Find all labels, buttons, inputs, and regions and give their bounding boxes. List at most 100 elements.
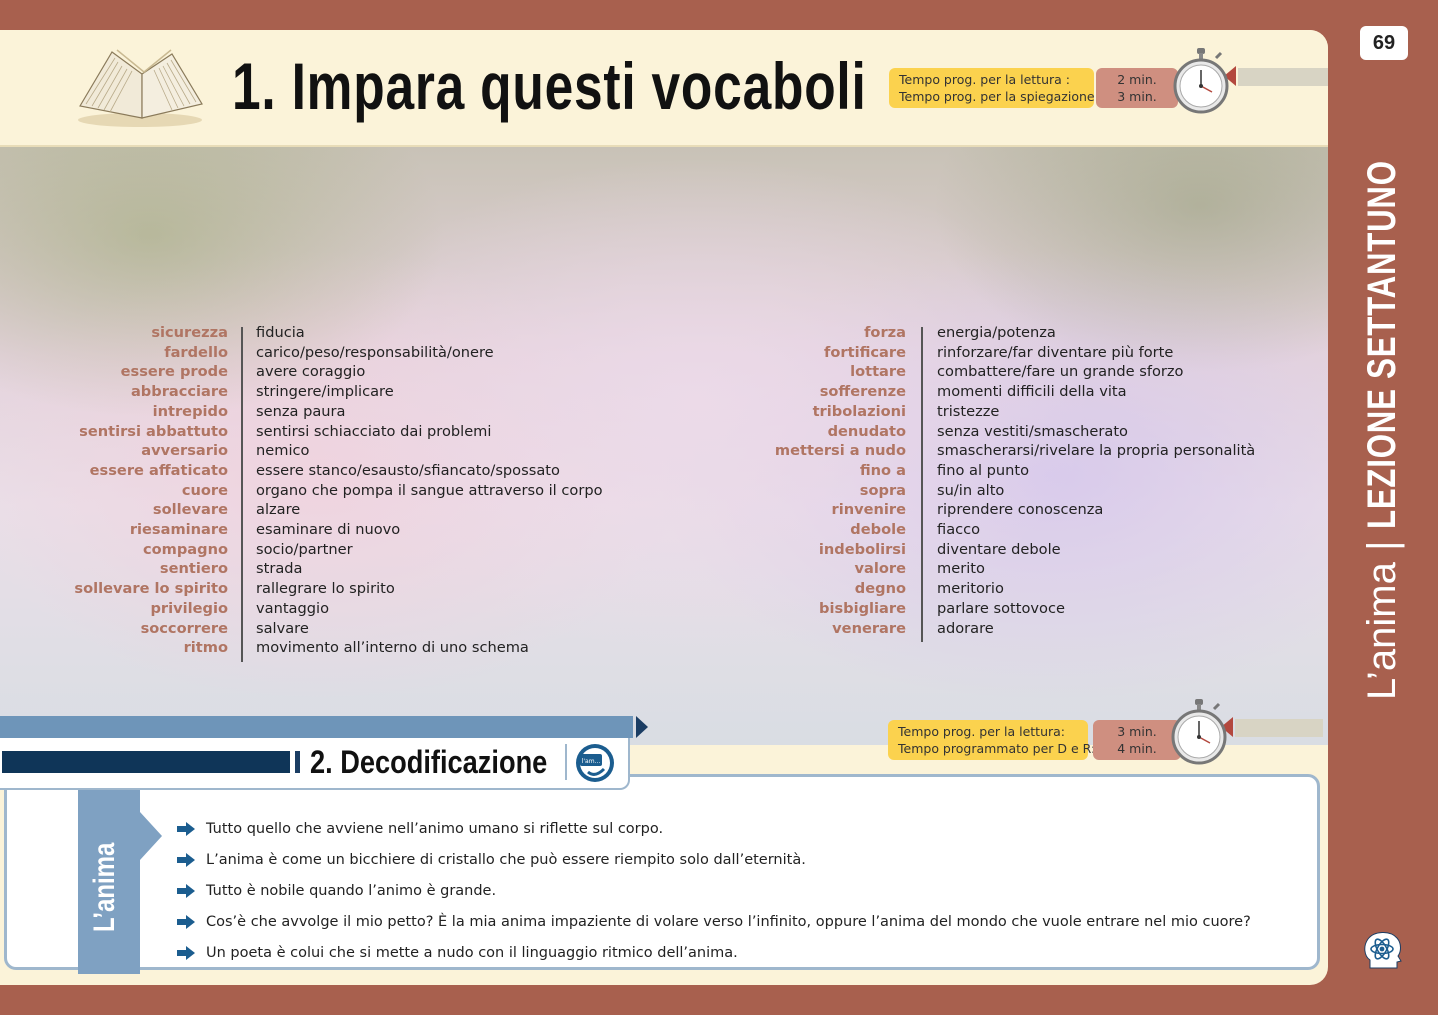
bullet-text: Un poeta è colui che si mette a nudo con… [206,944,738,961]
vocab-row: ritmo movimento all’interno di uno schema [60,638,603,658]
list-item: Un poeta è colui che si mette a nudo con… [176,937,1251,968]
vocab-definition: socio/partner [256,540,353,558]
vocab-term: fino a [859,461,906,479]
decoding-bullet-list: Tutto quello che avviene nell’animo uman… [176,813,1251,968]
vocab-term: bisbigliare [819,599,906,617]
vocab-definition: meritorio [937,580,1004,598]
vocab-definition: momenti difficili della vita [937,383,1127,401]
vocab-row: venerare adorare [740,619,1255,639]
vocab-term: sopra [859,481,906,499]
vocab-row: sentirsi abbattuto sentirsi schiacciato d… [60,422,603,442]
timer-label-explanation: Tempo prog. per la spiegazione: [899,89,1099,104]
vocab-term: compagno [142,540,228,558]
timer-track [1238,68,1328,86]
timer-min-explanation: 3 min. [1117,89,1157,104]
vocab-row: denudato senza vestiti/smascherato [740,422,1255,442]
arrow-bullet-icon [177,883,195,898]
vocab-row: compagno socio/partner [60,540,603,560]
vocab-term: valore [854,560,906,578]
vocab-term: lottare [850,363,906,381]
vocab-term: debole [850,521,906,539]
vocab-term: essere prode [120,363,228,381]
reading-timer-minutes: 2 min. 3 min. [1096,68,1178,108]
timer-label-reading: Tempo prog. per la lettura: [898,724,1066,739]
vocab-term: denudato [827,422,906,440]
vocab-definition: esaminare di nuovo [256,521,401,539]
list-item: L’anima è come un bicchiere di cristallo… [176,844,1251,875]
vocab-definition: carico/peso/responsabilità/onere [256,343,494,361]
vocab-term: sentiero [159,560,228,578]
bullet-text: L’anima è come un bicchiere di cristallo… [206,851,806,868]
vocab-term: ritmo [183,639,228,657]
title-band: 1. Impara questi vocaboli Tempo prog. pe… [0,30,1328,147]
vocab-definition: fiducia [256,324,305,341]
vocab-term: abbracciare [130,383,228,401]
vocab-definition: senza vestiti/smascherato [937,422,1128,440]
list-item: Cos’è che avvolge il mio petto? È la mia… [176,906,1251,937]
timer-label-reading: Tempo prog. per la lettura : [899,72,1070,87]
section2-header-pipe [295,751,300,773]
vocab-row: privilegio vantaggio [60,599,603,619]
vocab-term: rinvenire [831,501,907,519]
vocab-definition: fiacco [937,521,981,539]
vocab-row: indebolirsi diventare debole [740,540,1255,560]
bullet-text: Tutto quello che avviene nell’animo uman… [206,820,664,837]
anima-logo-icon: l'am... [576,744,614,782]
arrow-bullet-icon [177,914,195,929]
vocab-term: soccorrere [140,619,228,637]
vocab-term: avversario [141,442,228,460]
vocab-definition: tristezze [937,402,1000,420]
vocab-row: sollevare alzare [60,500,603,520]
vocab-term: sollevare [152,501,228,519]
timer-label-dr: Tempo programmato per D e R: [898,741,1096,756]
timer-min-dr: 4 min. [1117,741,1157,756]
arrow-bullet-icon [177,821,195,836]
vocab-term: tribolazioni [812,402,906,420]
logo-text: l'am... [582,758,601,765]
arrow-bullet-icon [177,945,195,960]
page-number: 69 [1360,26,1408,60]
vocab-definition: alzare [256,501,301,519]
page-title: 1. Impara questi vocaboli [232,49,867,123]
vocab-term: essere affaticato [89,461,228,479]
vocab-term: privilegio [150,599,228,617]
section2-header-bar [2,751,290,773]
vocab-term: forza [864,324,906,341]
vocab-term: mettersi a nudo [774,442,906,460]
vocab-list-left: sicurezza fiducia fardello carico/peso/res… [60,323,603,662]
section2-top-bar [0,716,633,738]
timer-min-reading: 3 min. [1117,724,1157,739]
vocab-definition: vantaggio [256,599,330,617]
bullet-text: Cos’è che avvolge il mio petto? È la mia… [206,913,1251,930]
vocab-term: venerare [832,619,906,637]
vocab-definition: avere coraggio [256,363,366,381]
vocab-term: sofferenze [819,383,906,401]
vocab-row: sollevare lo spirito rallegrare lo spirit… [60,579,603,599]
vocab-term: sollevare lo spirito [74,580,228,598]
section2-arrow-marker [636,716,648,738]
vocab-divider [921,327,923,642]
bullet-text: Tutto è nobile quando l’animo è grande. [206,882,497,899]
section2-header-separator [565,744,567,780]
vocab-row: valore merito [740,559,1255,579]
vocab-row: fino a fino al punto [740,461,1255,481]
vocab-row: soccorrere salvare [60,619,603,639]
list-item: Tutto quello che avviene nell’animo uman… [176,813,1251,844]
arrow-bullet-icon [177,852,195,867]
decoding-timer-minutes: 3 min. 4 min. [1093,720,1181,760]
vocab-term: intrepido [152,402,228,420]
side-tab-text: L’anima [88,842,121,932]
vocab-row: degno meritorio [740,579,1255,599]
vocab-row: riesaminare esaminare di nuovo [60,520,603,540]
vocab-definition: riprendere conoscenza [937,501,1104,519]
vocab-row: tribolazioni tristezze [740,402,1255,422]
vocab-row: essere prode avere coraggio [60,362,603,382]
vocab-term: sicurezza [151,324,228,341]
vocab-definition: salvare [256,619,309,637]
vocab-list-right: forza energia/potenza fortificare rinforza… [740,323,1255,642]
vocab-row: mettersi a nudo smascherarsi/rivelare la … [740,441,1255,461]
brain-atom-icon [1364,932,1402,969]
vocab-definition: stringere/implicare [256,383,394,401]
vocab-row: forza energia/potenza [740,323,1255,343]
vocab-term: cuore [181,481,228,499]
